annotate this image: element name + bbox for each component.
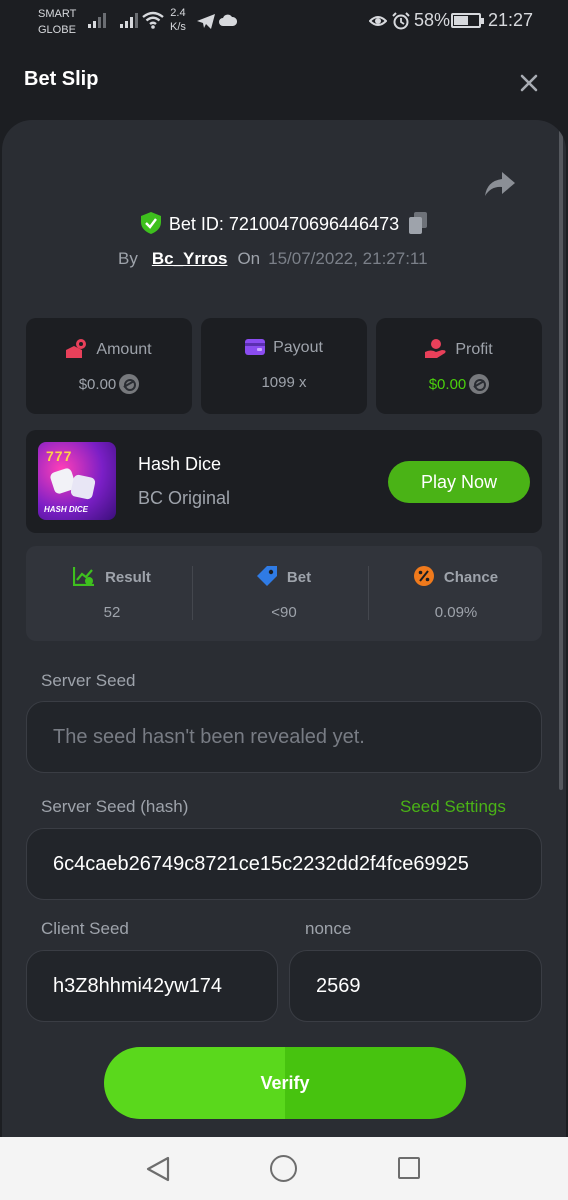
eye-icon (369, 16, 387, 26)
close-button[interactable] (516, 70, 542, 96)
amount-value: $0.00 (26, 374, 192, 394)
battery-percent: 58% (414, 10, 451, 30)
carrier-line-1: SMART (38, 8, 77, 20)
system-nav-bar (0, 1137, 568, 1200)
server-seed-hash-field[interactable]: 6c4caeb26749c8721ce15c2232dd2f4fce69925 (26, 828, 542, 900)
server-seed-field[interactable]: The seed hasn't been revealed yet. (26, 701, 542, 773)
coin-icon (119, 374, 140, 394)
profit-label: Profit (376, 338, 542, 359)
signal-icon (88, 13, 106, 28)
bet-label: Bet (198, 566, 370, 586)
play-now-button[interactable]: Play Now (388, 461, 530, 503)
divider (368, 566, 369, 620)
home-icon[interactable] (270, 1155, 297, 1182)
on-label: On (237, 249, 261, 268)
profit-value-text: $0.00 (428, 376, 467, 393)
profit-value: $0.00 (376, 374, 542, 394)
seed-settings-link[interactable]: Seed Settings (400, 797, 506, 817)
amount-label-text: Amount (96, 341, 152, 358)
bet-date: 15/07/2022, 21:27:11 (268, 249, 428, 268)
wallet-icon (245, 339, 266, 355)
bet-details-panel: Bet ID: 72100470696446473 By Bc_Yrros On 15… (2, 120, 566, 1137)
close-icon (520, 74, 538, 92)
client-seed-label: Client Seed (41, 919, 129, 938)
chance-value: 0.09% (434, 604, 478, 621)
bet-slip-header: Bet Slip (0, 44, 568, 120)
battery-icon (451, 13, 484, 28)
page-title: Bet Slip (24, 68, 99, 90)
result-value: 52 (103, 604, 121, 621)
bet-column: Bet <90 (198, 546, 370, 641)
wifi-icon (142, 11, 164, 29)
result-column: Result 52 (26, 546, 198, 641)
payout-card: Payout 1099 x (201, 318, 367, 414)
copy-icon[interactable] (409, 212, 428, 234)
game-thumbnail[interactable]: 777 HASH DICE (38, 442, 116, 520)
result-label: Result (26, 566, 198, 587)
dice-icon (69, 473, 97, 501)
profit-icon (425, 339, 446, 358)
amount-icon (66, 339, 87, 358)
game-name: Hash Dice (138, 454, 222, 474)
client-seed-field[interactable]: h3Z8hhmi42yw174 (26, 950, 278, 1022)
network-speed: 2.4 K/s (170, 6, 186, 34)
telegram-icon (197, 14, 215, 29)
recent-apps-icon[interactable] (398, 1157, 420, 1179)
game-card: 777 HASH DICE Hash Dice BC Original Play… (26, 430, 542, 533)
back-icon[interactable] (146, 1156, 170, 1182)
payout-value: 1099 x (261, 374, 307, 391)
signal-icon-2 (120, 13, 138, 28)
network-speed-value: 2.4 (170, 7, 186, 19)
chance-column: Chance 0.09% (370, 546, 542, 641)
tag-icon (256, 566, 277, 586)
cloud-icon (219, 14, 237, 26)
clock: 21:27 (488, 10, 534, 30)
slot-sevens: 777 (46, 448, 73, 464)
username-link[interactable]: Bc_Yrros (152, 249, 228, 268)
amount-label: Amount (26, 338, 192, 359)
carrier-name: SMART GLOBE (38, 6, 76, 38)
alarm-icon (392, 12, 410, 30)
chart-icon (72, 567, 95, 587)
bet-byline: By Bc_Yrros On 15/07/2022, 21:27:11 (118, 249, 428, 269)
server-seed-label: Server Seed (41, 671, 136, 690)
game-subtitle: BC Original (138, 488, 231, 508)
bet-label-text: Bet (286, 569, 312, 586)
profit-label-text: Profit (455, 341, 493, 358)
share-icon[interactable] (485, 172, 515, 198)
bet-id: Bet ID: 72100470696446473 (2, 212, 566, 235)
status-bar: SMART GLOBE 2.4 K/s 58% 21:27 (0, 0, 568, 44)
amount-card: Amount $0.00 (26, 318, 192, 414)
divider (192, 566, 193, 620)
chance-label: Chance (370, 566, 542, 586)
coin-icon (469, 374, 490, 394)
verify-button[interactable]: Verify (104, 1047, 466, 1119)
percent-icon (413, 566, 434, 586)
bet-value: <90 (271, 604, 297, 621)
nonce-label: nonce (305, 919, 352, 938)
chance-label-text: Chance (443, 569, 499, 586)
result-label-text: Result (105, 569, 151, 586)
shield-check-icon (140, 212, 161, 234)
profit-card: Profit $0.00 (376, 318, 542, 414)
battery-level (454, 16, 468, 25)
payout-label: Payout (201, 338, 367, 357)
bet-id-text: Bet ID: 72100470696446473 (168, 214, 400, 234)
by-label: By (118, 249, 138, 268)
payout-label-text: Payout (273, 339, 323, 356)
game-thumbnail-text: HASH DICE (44, 505, 89, 514)
amount-value-text: $0.00 (78, 376, 117, 393)
network-speed-unit: K/s (170, 21, 186, 33)
server-seed-hash-label: Server Seed (hash) (41, 797, 189, 816)
nonce-field[interactable]: 2569 (289, 950, 542, 1022)
carrier-line-2: GLOBE (38, 24, 76, 36)
result-card: Result 52 Bet <90 Chance 0.09% (26, 546, 542, 641)
